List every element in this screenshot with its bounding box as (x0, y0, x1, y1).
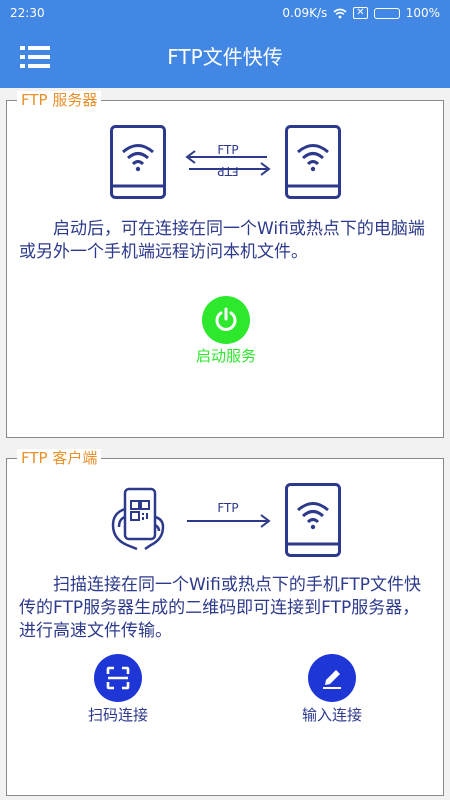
scan-connect-button[interactable] (94, 654, 142, 702)
app-bar: FTP文件快传 (0, 26, 450, 88)
client-panel-legend: FTP 客户端 (17, 449, 102, 467)
battery-text: 100% (405, 6, 440, 20)
server-panel-legend: FTP 服务器 (17, 91, 102, 109)
start-service-label[interactable]: 启动服务 (166, 345, 286, 366)
phone-wifi-icon-right (285, 125, 341, 199)
scan-icon (106, 666, 130, 690)
input-connect-button[interactable] (308, 654, 356, 702)
client-description: 扫描连接在同一个Wifi或热点下的手机FTP文件快传的FTP服务器生成的二维码即… (19, 575, 421, 641)
battery-icon (373, 7, 400, 19)
pencil-icon (323, 670, 341, 689)
app-title: FTP文件快传 (167, 45, 283, 69)
hand-phone-qr-icon (111, 487, 165, 551)
arrow-label-bottom: FTP (217, 164, 239, 178)
menu-icon[interactable] (20, 43, 50, 71)
server-description: 启动后，可在连接在同一个Wifi或热点下的电脑端或另外一个手机端远程访问本机文件… (19, 219, 425, 262)
scan-connect-label[interactable]: 扫码连接 (58, 704, 178, 725)
ftp-server-panel: FTP 服务器 FTP FTP 启动后，可在连接在同一个Wifi或热点下的电脑端… (6, 91, 444, 438)
input-connect-label[interactable]: 输入连接 (272, 704, 392, 725)
network-speed: 0.09K/s (282, 6, 328, 20)
client-arrow-label: FTP (217, 501, 239, 515)
arrow-label-top: FTP (217, 143, 239, 157)
phone-wifi-icon-left (110, 125, 166, 199)
ftp-client-panel: FTP 客户端 FTP 扫描连接在同一个Wifi或热点下的手机FTP文件快传的F… (6, 449, 444, 796)
power-icon (215, 307, 237, 331)
wifi-icon (333, 8, 347, 18)
start-service-button[interactable] (202, 296, 250, 344)
status-right: 0.09K/s ✕ 100% (282, 6, 440, 20)
phone-wifi-icon (285, 483, 341, 557)
sim-missing-icon: ✕ (353, 7, 368, 19)
status-time: 22:30 (10, 6, 45, 20)
status-bar: 22:30 0.09K/s ✕ 100% (0, 0, 450, 26)
